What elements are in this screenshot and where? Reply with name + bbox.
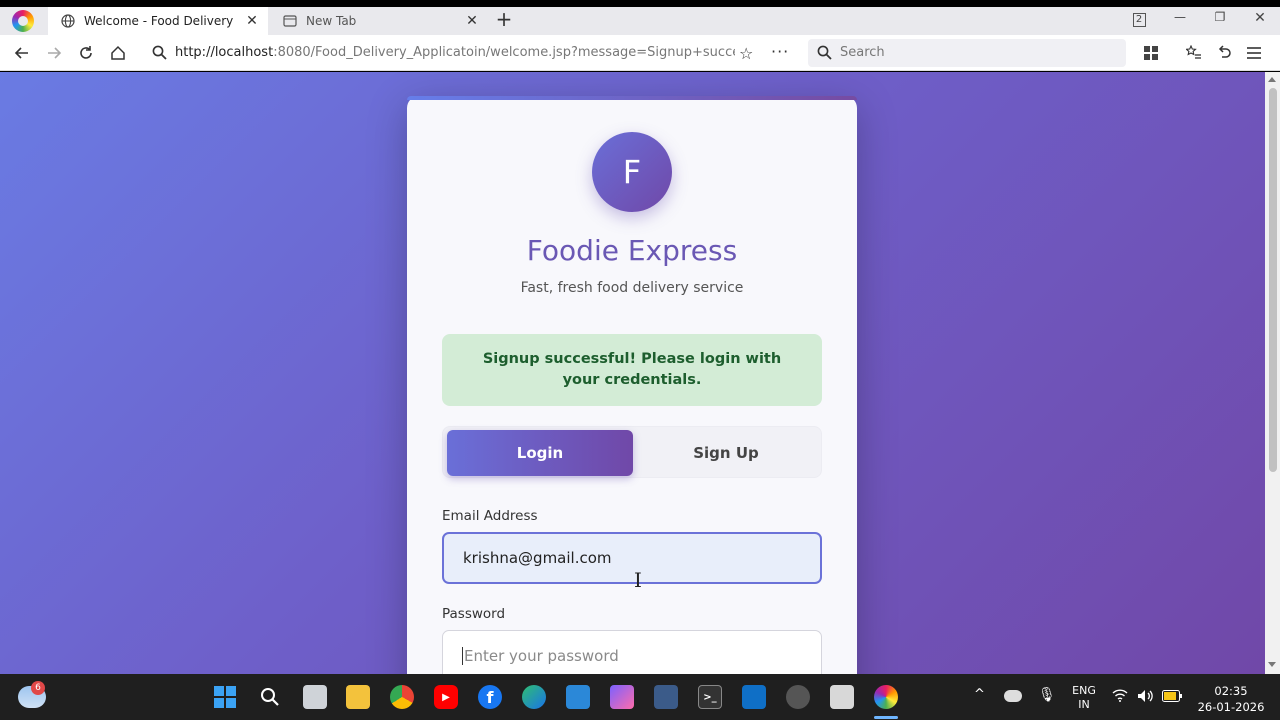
settings-gear-icon[interactable] [786,685,810,709]
facebook-icon[interactable]: f [478,685,502,709]
undo-icon[interactable] [1212,41,1236,65]
restore-icon[interactable]: ❐ [1210,10,1230,30]
brand-title: Foodie Express [526,234,738,267]
address-bar[interactable]: http://localhost:8080/Food_Delivery_Appl… [142,39,800,67]
volume-icon[interactable] [1137,689,1153,707]
search-icon [152,45,167,64]
browser-taskbar-icon[interactable] [874,685,898,709]
youtube-icon[interactable]: ▶ [434,685,458,709]
microphone-icon[interactable]: 🎙 [1038,688,1056,702]
more-options-icon[interactable]: ··· [771,42,789,61]
ibeam-cursor-icon: I [634,568,642,592]
search-icon [817,45,832,64]
card-accent-bar [407,96,857,100]
tab-count-badge: 2 [1132,13,1146,27]
url-path: :8080/Food_Delivery_Applicatoin/welcome.… [273,45,735,60]
password-field[interactable]: Enter your password [442,630,822,674]
url-host: http://localhost [175,45,274,60]
tab-welcome[interactable]: Welcome - Food Delivery ✕ [48,7,268,35]
tab-signup[interactable]: Sign Up [633,430,819,476]
minimize-icon[interactable]: — [1170,10,1190,30]
browser-logo-icon[interactable] [12,10,34,32]
close-icon[interactable]: ✕ [462,11,482,31]
tab-new[interactable]: New Tab ✕ [270,7,488,35]
new-tab-button[interactable]: + [494,9,514,30]
language-indicator[interactable]: ENG IN [1068,684,1100,712]
terminal-icon[interactable]: >_ [698,685,722,709]
top-strip [0,0,1280,7]
email-field[interactable]: krishna@gmail.com [442,532,822,584]
scroll-up-icon[interactable] [1268,77,1276,82]
back-arrow-icon[interactable] [10,41,34,65]
scroll-thumb[interactable] [1269,88,1277,472]
search-placeholder: Search [840,45,885,60]
globe-icon [60,13,76,29]
url-text: http://localhost:8080/Food_Delivery_Appl… [175,45,735,60]
menu-icon[interactable] [1242,41,1266,65]
active-app-indicator [874,716,898,719]
browser-nav-bar: http://localhost:8080/Food_Delivery_Appl… [0,35,1280,71]
clock[interactable]: 02:35 26-01-2026 [1196,683,1266,715]
language-region: IN [1078,698,1090,711]
clock-date: 26-01-2026 [1197,700,1265,714]
wifi-icon[interactable] [1112,689,1128,706]
weather-badge: 6 [31,681,45,695]
brand-avatar: F [592,132,672,212]
language-code: ENG [1072,684,1096,697]
onedrive-icon[interactable] [1004,690,1022,702]
email-label: Email Address [442,508,538,524]
page-scrollbar[interactable] [1265,72,1280,674]
home-icon[interactable] [106,41,130,65]
tab-login[interactable]: Login [447,430,633,476]
password-label: Password [442,606,506,622]
taskbar: 6 ▶ f >_ ^ 🎙 ENG IN 02:35 26-01-2026 [0,674,1280,720]
forward-arrow-icon[interactable] [42,41,66,65]
window-close-icon[interactable]: ✕ [1250,10,1270,30]
tab-count-icon[interactable]: 2 [1130,11,1148,31]
clock-time: 02:35 [1214,684,1248,698]
store-icon[interactable] [566,685,590,709]
screen: Welcome - Food Delivery ✕ New Tab ✕ + 2 … [0,0,1280,720]
copilot-icon[interactable] [610,685,634,709]
snipping-tool-icon[interactable] [830,685,854,709]
favorites-list-icon[interactable] [1182,41,1206,65]
text-caret [462,647,463,665]
password-placeholder: Enter your password [464,647,619,665]
chrome-icon[interactable] [390,685,414,709]
email-value: krishna@gmail.com [463,549,612,567]
scroll-down-icon[interactable] [1268,662,1276,667]
brand-subtitle: Fast, fresh food delivery service [520,280,744,296]
login-card: F Foodie Express Fast, fresh food delive… [407,96,857,674]
reload-icon[interactable] [74,41,98,65]
vscode-icon[interactable] [742,685,766,709]
success-alert: Signup successful! Please login with you… [442,334,822,406]
search-input[interactable]: Search [808,39,1126,67]
tab-title: New Tab [306,14,357,28]
windows-start-icon[interactable] [213,685,237,709]
browser-tab-bar: Welcome - Food Delivery ✕ New Tab ✕ + 2 … [0,7,1280,35]
battery-icon[interactable] [1162,690,1182,706]
page-viewport: F Foodie Express Fast, fresh food delive… [0,72,1265,674]
edge-icon[interactable] [522,685,546,709]
auth-tabs: Login Sign Up [442,426,822,478]
taskbar-search-icon[interactable] [258,685,282,709]
task-view-icon[interactable] [303,685,327,709]
chevron-up-icon[interactable]: ^ [974,688,985,702]
app-icon[interactable] [654,685,678,709]
star-icon[interactable]: ☆ [739,44,753,63]
tab-title: Welcome - Food Delivery [84,14,234,28]
grid-apps-icon[interactable] [1139,41,1163,65]
close-icon[interactable]: ✕ [242,11,262,31]
newtab-page-icon [282,13,298,29]
file-explorer-icon[interactable] [346,685,370,709]
